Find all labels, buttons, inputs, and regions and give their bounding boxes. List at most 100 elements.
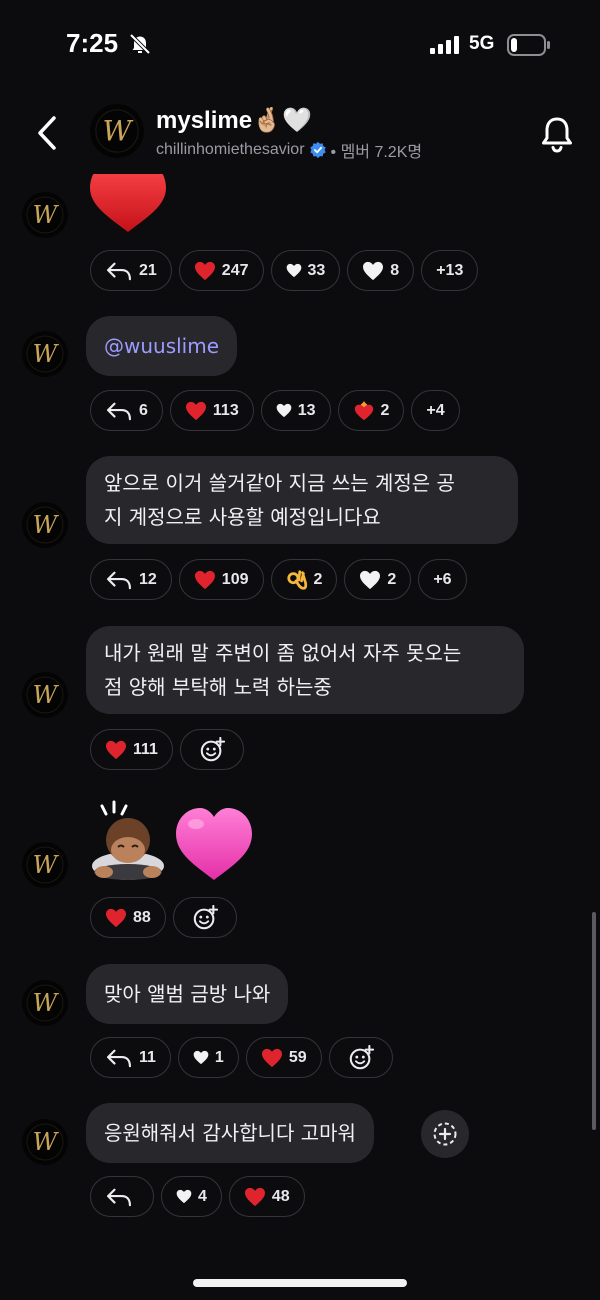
message-line: 점 양해 부탁해 노력 하는중	[104, 675, 332, 699]
red-heart-icon	[261, 1048, 283, 1068]
reaction-row: 6 113 13 2 +4	[90, 390, 460, 431]
reply-icon	[105, 1048, 133, 1068]
reaction-row: 12 109 2 2 +6	[90, 559, 467, 600]
reaction-row: 88	[90, 897, 237, 938]
reaction-heart-on-fire[interactable]: 2	[337, 390, 405, 431]
message-line: 내가 원래 말 주변이 좀 없어서 자주 못오는	[104, 641, 462, 665]
reaction-red-heart[interactable]: 88	[90, 897, 166, 938]
add-reaction-button[interactable]	[421, 1110, 469, 1158]
reaction-reply[interactable]	[90, 1176, 154, 1217]
message-bubble[interactable]: 내가 원래 말 주변이 좀 없어서 자주 못오는 점 양해 부탁해 노력 하는중	[86, 626, 524, 714]
bell-icon[interactable]	[538, 114, 576, 154]
person-bowing-emoji	[92, 800, 164, 880]
message-emoji	[88, 800, 258, 884]
reaction-row: 111	[90, 729, 244, 770]
reaction-white-heart[interactable]: 2	[344, 559, 412, 600]
red-heart-icon	[244, 1187, 266, 1207]
channel-handle: chillinhomiethesavior	[156, 141, 305, 158]
reaction-row: 21 247 33 8 +13	[90, 250, 479, 291]
sender-avatar[interactable]	[22, 192, 68, 238]
emoji-sequence	[92, 800, 252, 880]
reaction-ok-hand[interactable]: 2	[270, 559, 338, 600]
reaction-heart-suit[interactable]: 1	[177, 1037, 239, 1078]
reply-icon	[105, 261, 133, 281]
add-reaction-icon	[192, 905, 218, 931]
red-heart-icon	[194, 570, 216, 590]
reaction-more[interactable]: +13	[421, 250, 479, 291]
message-line: 앞으로 이거 쓸거같아 지금 쓰는 계정은 공	[104, 471, 455, 495]
reaction-more[interactable]: +6	[418, 559, 467, 600]
sender-avatar[interactable]	[22, 980, 68, 1026]
sender-avatar[interactable]	[22, 331, 68, 377]
add-reaction-button[interactable]	[179, 729, 244, 770]
message-text: 응원해줘서 감사합니다 고마워	[104, 1121, 356, 1145]
add-reaction-icon	[348, 1045, 374, 1071]
add-reaction-button[interactable]	[328, 1037, 393, 1078]
reply-icon	[105, 1187, 133, 1207]
network-label: 5G	[469, 33, 495, 54]
reply-icon	[105, 401, 133, 421]
reaction-red-heart[interactable]: 59	[245, 1037, 322, 1078]
add-reaction-plus-icon	[433, 1122, 457, 1146]
message-line: 지 계정으로 사용할 예정입니다요	[104, 505, 381, 529]
message-bubble[interactable]: @wuuslime	[86, 316, 238, 376]
verified-badge-icon	[309, 141, 326, 159]
reaction-row: 11 1 59	[90, 1037, 393, 1078]
message-emoji-heart	[88, 174, 168, 234]
white-heart-icon	[359, 570, 381, 590]
home-indicator[interactable]	[193, 1279, 407, 1287]
red-heart-icon	[105, 908, 127, 928]
reaction-red-heart[interactable]: 111	[90, 729, 173, 770]
pink-heart-emoji	[176, 808, 252, 880]
message-bubble[interactable]: 앞으로 이거 쓸거같아 지금 쓰는 계정은 공 지 계정으로 사용할 예정입니다…	[86, 456, 518, 544]
channel-title[interactable]: myslime🤞🏼🤍	[156, 106, 312, 135]
channel-header: myslime🤞🏼🤍 chillinhomiethesavior • 멤버 7.…	[0, 92, 600, 174]
red-heart-icon	[105, 740, 127, 760]
message-bubble[interactable]: 맞아 앨범 금방 나와	[86, 964, 289, 1024]
reaction-reply[interactable]: 12	[90, 559, 172, 600]
member-count: • 멤버 7.2K명	[330, 144, 423, 161]
reaction-red-heart[interactable]: 247	[178, 250, 264, 291]
white-heart-suit-icon	[193, 1050, 209, 1065]
sender-avatar[interactable]	[22, 502, 68, 548]
white-heart-suit-icon	[286, 263, 302, 278]
back-arrow-icon[interactable]	[34, 114, 62, 152]
reaction-red-heart[interactable]: 48	[228, 1176, 305, 1217]
signal-icon	[430, 36, 459, 54]
reaction-white-heart[interactable]: 8	[347, 250, 415, 291]
channel-avatar[interactable]	[90, 104, 144, 158]
red-heart-emoji	[90, 174, 166, 232]
channel-subtitle: chillinhomiethesavior • 멤버 7.2K명	[156, 138, 422, 162]
white-heart-suit-icon	[276, 403, 292, 418]
reaction-more[interactable]: +4	[411, 390, 460, 431]
bell-slash-icon	[129, 33, 151, 55]
reaction-red-heart[interactable]: 109	[178, 559, 264, 600]
scrollbar[interactable]	[592, 912, 596, 1130]
message-bubble[interactable]: 응원해줘서 감사합니다 고마워	[86, 1103, 374, 1163]
reaction-heart-suit[interactable]: 13	[260, 390, 331, 431]
mention-link[interactable]: @wuuslime	[104, 334, 219, 358]
status-bar: 7:25 5G	[0, 0, 600, 92]
sender-avatar[interactable]	[22, 1119, 68, 1165]
red-heart-icon	[185, 401, 207, 421]
add-reaction-button[interactable]	[172, 897, 237, 938]
reply-icon	[105, 570, 133, 590]
white-heart-icon	[362, 261, 384, 281]
reaction-reply[interactable]: 21	[90, 250, 172, 291]
reaction-reply[interactable]: 11	[90, 1037, 171, 1078]
battery-icon	[507, 34, 550, 56]
sender-avatar[interactable]	[22, 842, 68, 888]
reaction-row: 4 48	[90, 1176, 305, 1217]
reaction-red-heart[interactable]: 113	[169, 390, 254, 431]
reaction-heart-suit[interactable]: 33	[270, 250, 341, 291]
reaction-heart-suit[interactable]: 4	[161, 1176, 222, 1217]
reaction-reply[interactable]: 6	[90, 390, 163, 431]
status-time: 7:25	[66, 28, 119, 58]
ok-hand-icon	[286, 569, 307, 590]
message-text: 맞아 앨범 금방 나와	[104, 982, 271, 1006]
white-heart-suit-icon	[176, 1189, 192, 1204]
add-reaction-icon	[199, 737, 225, 763]
red-heart-icon	[194, 261, 216, 281]
heart-on-fire-icon	[354, 400, 373, 420]
sender-avatar[interactable]	[22, 672, 68, 718]
